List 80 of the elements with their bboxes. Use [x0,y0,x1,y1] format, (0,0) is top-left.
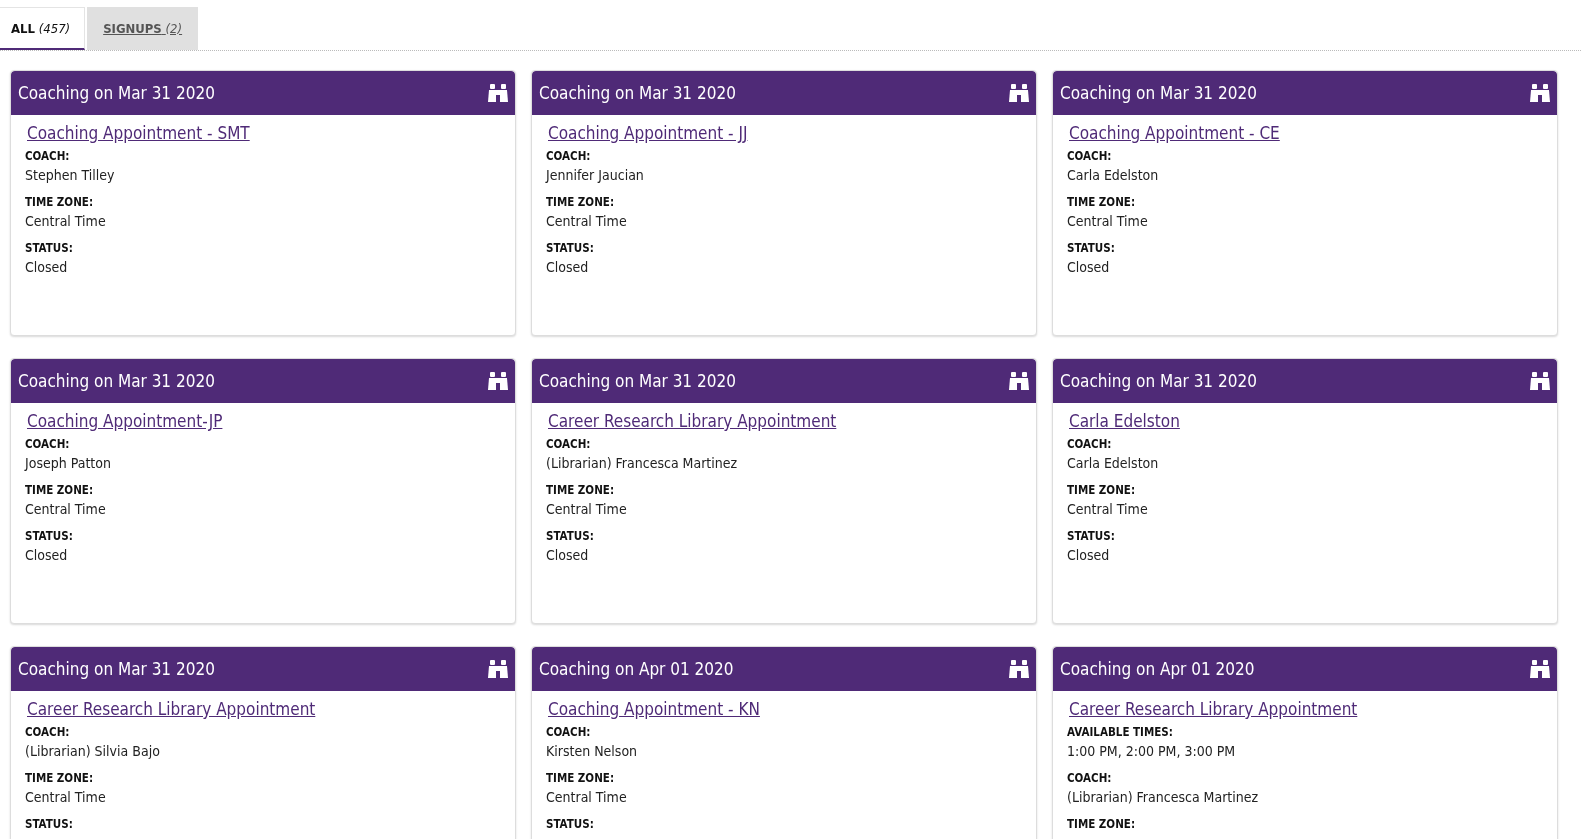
field-label: STATUS: [546,529,595,543]
field-label: COACH: [25,437,71,451]
appointment-link[interactable]: Carla Edelston [1069,411,1180,431]
field-value: (Librarian) Francesca Martinez [1067,789,1260,805]
binoculars-icon[interactable] [487,83,509,103]
card-title: Coaching on Apr 01 2020 [1060,659,1255,679]
binoculars-icon[interactable] [1529,371,1551,391]
field-label: STATUS: [25,817,74,831]
card-title: Coaching on Mar 31 2020 [1060,83,1257,103]
appointment-link[interactable]: Career Research Library Appointment [548,411,837,431]
appointment-link[interactable]: Coaching Appointment - KN [548,699,760,719]
field-value: Central Time [546,501,628,517]
field-label: TIME ZONE: [25,771,95,785]
field-label: COACH: [25,149,71,163]
field-value: Closed [546,547,590,563]
field-label: STATUS: [1067,241,1116,255]
field-value: Closed [25,259,69,275]
binoculars-icon[interactable] [487,659,509,679]
field-label: COACH: [1067,771,1113,785]
card-title: Coaching on Mar 31 2020 [18,371,215,391]
field-value: Central Time [1067,501,1149,517]
field-value: Central Time [1067,213,1149,229]
appointment-link[interactable]: Coaching Appointment - CE [1069,123,1280,143]
field-label: COACH: [1067,149,1113,163]
field-label: COACH: [546,149,592,163]
field-value: Central Time [546,213,628,229]
field-value: Central Time [25,789,107,805]
binoculars-icon[interactable] [1008,659,1030,679]
card-title: Coaching on Mar 31 2020 [539,83,736,103]
field-label: STATUS: [25,241,74,255]
field-label: COACH: [1067,437,1113,451]
field-label: STATUS: [1067,529,1116,543]
field-value: Kirsten Nelson [546,743,639,759]
card-title: Coaching on Mar 31 2020 [539,371,736,391]
field-value: 1:00 PM, 2:00 PM, 3:00 PM [1067,743,1237,759]
field-label: TIME ZONE: [546,483,616,497]
field-label: STATUS: [546,241,595,255]
field-label: TIME ZONE: [1067,195,1137,209]
field-label: COACH: [546,725,592,739]
field-value: (Librarian) Francesca Martinez [546,455,739,471]
field-value: Closed [546,259,590,275]
appointment-link[interactable]: Career Research Library Appointment [27,699,316,719]
appointment-link[interactable]: Career Research Library Appointment [1069,699,1358,719]
field-value: Carla Edelston [1067,167,1160,183]
card-title: Coaching on Apr 01 2020 [539,659,734,679]
appointment-link[interactable]: Coaching Appointment - JJ [548,123,748,143]
card-title: Coaching on Mar 31 2020 [18,83,215,103]
field-label: TIME ZONE: [1067,817,1137,831]
field-value: Jennifer Jaucian [546,167,645,183]
field-label: TIME ZONE: [1067,483,1137,497]
field-label: TIME ZONE: [25,195,95,209]
binoculars-icon[interactable] [487,371,509,391]
field-value: (Librarian) Silvia Bajo [25,743,161,759]
appointment-link[interactable]: Coaching Appointment - SMT [27,123,250,143]
field-value: Central Time [25,501,107,517]
card-title: Coaching on Mar 31 2020 [1060,371,1257,391]
binoculars-icon[interactable] [1529,83,1551,103]
field-value: Closed [25,547,69,563]
binoculars-icon[interactable] [1529,659,1551,679]
appointment-link[interactable]: Coaching Appointment-JP [27,411,223,431]
field-value: Central Time [25,213,107,229]
field-label: TIME ZONE: [546,195,616,209]
field-label: AVAILABLE TIMES: [1067,725,1174,739]
field-label: COACH: [25,725,71,739]
tab[interactable]: SIGNUPS (2) [87,7,199,50]
field-value: Central Time [546,789,628,805]
field-value: Stephen Tilley [25,167,116,183]
field-value: Closed [1067,547,1111,563]
field-label: STATUS: [25,529,74,543]
field-label: STATUS: [546,817,595,831]
field-value: Closed [1067,259,1111,275]
field-value: Carla Edelston [1067,455,1160,471]
tab[interactable]: ALL (457) [0,7,86,50]
binoculars-icon[interactable] [1008,83,1030,103]
field-label: TIME ZONE: [25,483,95,497]
field-label: TIME ZONE: [546,771,616,785]
field-label: COACH: [546,437,592,451]
card-title: Coaching on Mar 31 2020 [18,659,215,679]
binoculars-icon[interactable] [1008,371,1030,391]
field-value: Joseph Patton [25,455,112,471]
